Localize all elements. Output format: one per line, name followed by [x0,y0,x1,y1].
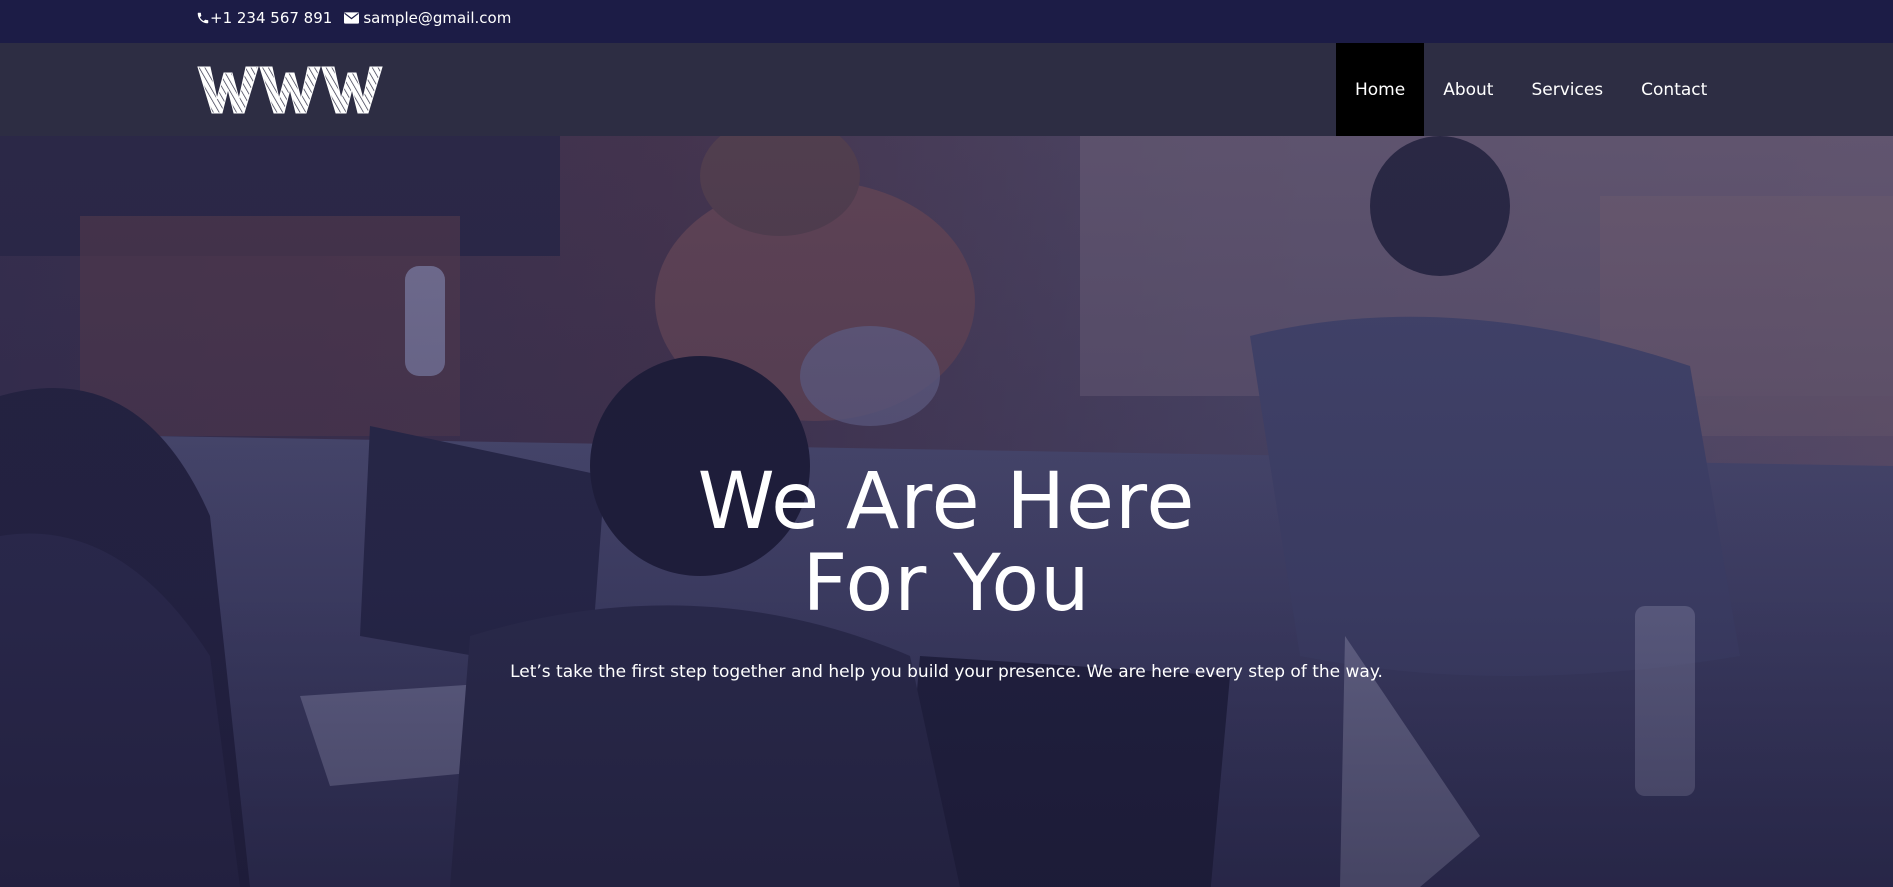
hero-section: We Are Here For You Let’s take the first… [0,136,1893,887]
envelope-icon [344,12,363,24]
main-nav: Home About Services Contact [1336,43,1726,136]
email-group[interactable]: sample@gmail.com [344,9,511,27]
hero-title-line-1: We Are Here [697,457,1196,547]
phone-link[interactable]: +1 234 567 891 [210,9,332,27]
contact-info: +1 234 567 891 sample@gmail.com [196,9,511,27]
hero-title: We Are Here For You [0,461,1893,625]
nav-services[interactable]: Services [1512,43,1622,136]
logo[interactable] [196,63,386,117]
nav-contact[interactable]: Contact [1622,43,1726,136]
nav-about[interactable]: About [1424,43,1512,136]
hero-content: We Are Here For You Let’s take the first… [0,461,1893,683]
logo-graphic [197,66,383,114]
main-header: Home About Services Contact [0,43,1893,136]
nav-home[interactable]: Home [1336,43,1425,136]
phone-icon [196,11,210,25]
hero-title-line-2: For You [802,539,1091,629]
hero-subtitle: Let’s take the first step together and h… [510,662,1383,682]
email-link[interactable]: sample@gmail.com [363,9,511,27]
top-contact-bar: +1 234 567 891 sample@gmail.com [0,0,1893,43]
